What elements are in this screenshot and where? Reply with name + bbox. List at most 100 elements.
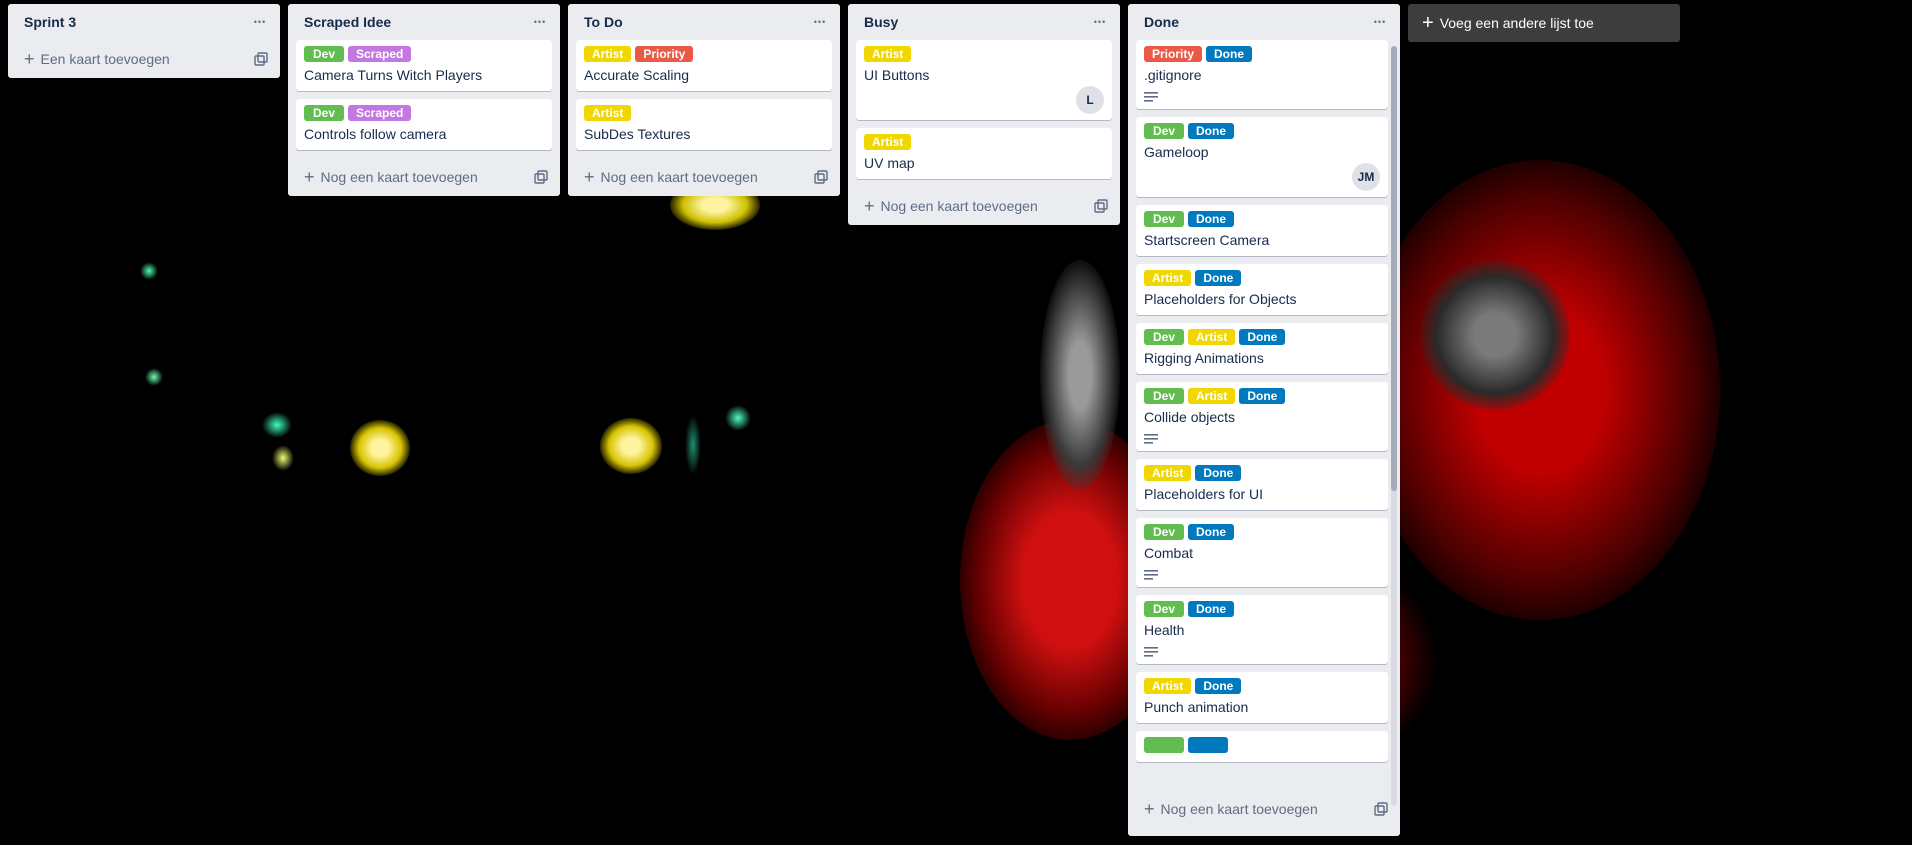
label-scraped[interactable]: Scraped [348,105,412,121]
scrollbar[interactable] [1391,46,1397,806]
more-horizontal-icon[interactable]: ••• [810,12,830,32]
card-labels: Artist [864,134,1104,150]
card[interactable]: Artist UV map [856,128,1112,179]
label-dev[interactable]: Dev [1144,388,1184,404]
label-done[interactable] [1188,737,1228,753]
add-list-button[interactable]: + Voeg een andere lijst toe [1408,4,1680,42]
description-icon [1144,646,1158,658]
label-dev[interactable]: Dev [1144,524,1184,540]
card-labels: Dev Done [1144,524,1380,540]
card-template-icon[interactable] [534,170,548,184]
label-done[interactable]: Done [1188,123,1234,139]
label-priority[interactable]: Priority [1144,46,1203,62]
card-labels: Dev Done [1144,211,1380,227]
plus-icon: + [584,167,595,187]
add-card-button[interactable]: + Nog een kaart toevoegen [568,158,840,196]
label-priority[interactable]: Priority [635,46,694,62]
list-title[interactable]: To Do [584,14,623,30]
add-card-button[interactable]: + Een kaart toevoegen [8,40,280,78]
add-card-button[interactable]: + Nog een kaart toevoegen [288,158,560,196]
label-done[interactable]: Done [1239,329,1286,345]
card[interactable]: Dev Scraped Camera Turns Witch Players [296,40,552,91]
card-template-icon[interactable] [814,170,828,184]
list-title[interactable]: Busy [864,14,898,30]
card-title: .gitignore [1144,67,1202,83]
label-dev[interactable] [1144,737,1184,753]
label-done[interactable]: Done [1239,388,1286,404]
card-title: Punch animation [1144,699,1249,715]
card[interactable]: Artist UI Buttons L [856,40,1112,120]
label-done[interactable]: Done [1206,46,1253,62]
card[interactable]: Artist SubDes Textures [576,99,832,150]
label-dev[interactable]: Dev [1144,123,1184,139]
card[interactable]: Priority Done .gitignore [1136,40,1388,109]
add-card-button[interactable]: + Nog een kaart toevoegen [848,187,1120,225]
label-artist[interactable]: Artist [864,134,912,150]
list-title[interactable]: Scraped Idee [304,14,391,30]
card[interactable]: Dev Done Health [1136,595,1388,664]
card[interactable]: Artist Done Placeholders for Objects [1136,264,1388,315]
card[interactable]: Dev Scraped Controls follow camera [296,99,552,150]
more-horizontal-icon[interactable]: ••• [530,12,550,32]
label-artist[interactable]: Artist [1188,329,1236,345]
card[interactable]: Dev Done Startscreen Camera [1136,205,1388,256]
list-3: To Do ••• Artist Priority Accurate Scaling Ar… [568,4,840,196]
list-title[interactable]: Sprint 3 [24,14,76,30]
more-horizontal-icon[interactable]: ••• [1370,12,1390,32]
label-dev[interactable]: Dev [1144,329,1184,345]
description-icon [1144,91,1158,103]
list-5: Done ••• Priority Done .gitignore Dev Done Game… [1128,4,1400,836]
card-labels: Dev Artist Done [1144,329,1380,345]
card[interactable]: Artist Done Punch animation [1136,672,1388,723]
label-scraped[interactable]: Scraped [348,46,412,62]
card-labels: Artist Priority [584,46,824,62]
label-artist[interactable]: Artist [1144,678,1192,694]
list-1: Sprint 3 ••• + Een kaart toevoegen [8,4,280,78]
scrollbar-thumb[interactable] [1391,46,1397,491]
avatar[interactable]: L [1076,86,1104,114]
label-artist[interactable]: Artist [1144,465,1192,481]
label-artist[interactable]: Artist [584,46,632,62]
add-card-button[interactable]: + Nog een kaart toevoegen [1128,790,1400,828]
label-artist[interactable]: Artist [864,46,912,62]
card-labels: Artist [864,46,1104,62]
card[interactable]: Dev Artist Done Collide objects [1136,382,1388,451]
label-dev[interactable]: Dev [1144,211,1184,227]
card[interactable]: Dev Done Gameloop JM [1136,117,1388,197]
card-list: Artist Priority Accurate Scaling Artist SubD… [568,40,840,150]
card-template-icon[interactable] [254,52,268,66]
card[interactable]: Dev Artist Done Rigging Animations [1136,323,1388,374]
card[interactable] [1136,731,1388,762]
label-done[interactable]: Done [1188,601,1234,617]
list-header: Scraped Idee ••• [288,4,560,40]
card[interactable]: Artist Priority Accurate Scaling [576,40,832,91]
list-2: Scraped Idee ••• Dev Scraped Camera Turns Wi… [288,4,560,196]
label-done[interactable]: Done [1195,270,1242,286]
label-done[interactable]: Done [1188,211,1234,227]
label-done[interactable]: Done [1195,465,1242,481]
label-done[interactable]: Done [1188,524,1234,540]
more-horizontal-icon[interactable]: ••• [1090,12,1110,32]
card-title: Camera Turns Witch Players [304,67,483,83]
avatar[interactable]: JM [1352,163,1380,191]
card-list: Priority Done .gitignore Dev Done Gameloop JM D… [1128,40,1400,790]
list-title[interactable]: Done [1144,14,1179,30]
card-title: Combat [1144,545,1194,561]
card-template-icon[interactable] [1094,199,1108,213]
plus-icon: + [1144,799,1155,819]
add-card-label: Een kaart toevoegen [40,51,170,67]
label-dev[interactable]: Dev [304,105,344,121]
card-template-icon[interactable] [1374,802,1388,816]
label-dev[interactable]: Dev [304,46,344,62]
label-artist[interactable]: Artist [584,105,632,121]
card-labels: Artist Done [1144,270,1380,286]
label-artist[interactable]: Artist [1188,388,1236,404]
add-card-label: Nog een kaart toevoegen [1160,801,1318,817]
card-title: Health [1144,622,1185,638]
label-done[interactable]: Done [1195,678,1242,694]
label-dev[interactable]: Dev [1144,601,1184,617]
label-artist[interactable]: Artist [1144,270,1192,286]
card[interactable]: Artist Done Placeholders for UI [1136,459,1388,510]
more-horizontal-icon[interactable]: ••• [250,12,270,32]
card[interactable]: Dev Done Combat [1136,518,1388,587]
